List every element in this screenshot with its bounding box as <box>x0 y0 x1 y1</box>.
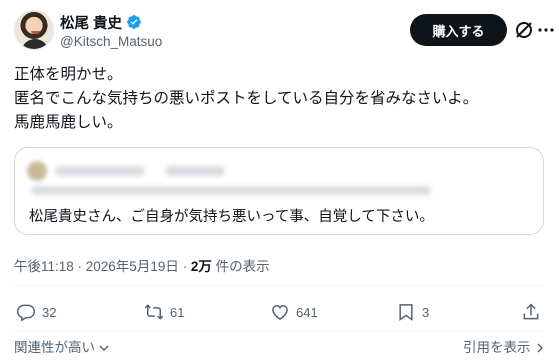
like-count: 641 <box>296 304 318 320</box>
verified-badge-icon <box>127 15 141 29</box>
action-bar: 32 61 641 3 <box>14 300 545 326</box>
quoted-post[interactable]: 松尾貴史さん、ご自身が気持ち悪いって事、自覚して下さい。 <box>14 147 544 235</box>
quoted-text: 松尾貴史さん、ご自身が気持ち悪いって事、自覚して下さい。 <box>29 209 434 225</box>
post-line: 匿名でこんな気持ちの悪いポストをしている自分を省みなさいよ。 <box>14 90 479 107</box>
repost-button[interactable]: 61 <box>144 302 184 322</box>
views-count: 2万 <box>190 259 212 274</box>
post-meta: 午後11:18 · 2026年5月19日 · 2万 件の表示 <box>14 255 270 275</box>
chevron-down-icon[interactable] <box>98 342 110 354</box>
post-header: 松尾 貴史 @Kitsch_Matsuo 購入する <box>14 10 554 54</box>
buy-button[interactable]: 購入する <box>410 14 507 46</box>
reply-count: 32 <box>42 304 57 320</box>
views-label: 件の表示 <box>211 259 270 274</box>
blurred-text <box>31 186 431 195</box>
post-line: 正体を明かせ。 <box>14 66 123 83</box>
like-icon <box>272 304 288 320</box>
avatar-body <box>21 39 49 49</box>
like-button[interactable]: 641 <box>270 302 318 322</box>
author-handle[interactable]: @Kitsch_Matsuo <box>60 34 162 49</box>
view-quotes-link[interactable]: 引用を表示 <box>463 336 531 356</box>
post-line: 馬鹿馬鹿しい。 <box>14 114 123 131</box>
more-icon[interactable] <box>537 20 555 40</box>
display-name[interactable]: 松尾 貴史 <box>60 12 122 33</box>
share-icon <box>523 303 539 320</box>
blurred-handle <box>165 166 225 176</box>
bookmark-icon <box>399 304 413 321</box>
author-names: 松尾 貴史 @Kitsch_Matsuo <box>60 13 162 49</box>
divider-bottom <box>14 331 545 332</box>
share-button[interactable] <box>521 302 541 322</box>
repost-icon <box>144 304 164 320</box>
repost-count: 61 <box>170 304 185 320</box>
relevance-sort[interactable]: 関連性が高い <box>14 336 95 356</box>
display-name-row: 松尾 貴史 <box>60 12 162 33</box>
grok-icon[interactable] <box>514 20 534 40</box>
reply-icon <box>16 304 36 322</box>
bookmark-button[interactable]: 3 <box>396 302 429 322</box>
bookmark-count: 3 <box>422 304 430 320</box>
divider-top <box>14 285 545 286</box>
avatar[interactable] <box>14 10 54 50</box>
timestamp[interactable]: 午後11:18 · 2026年5月19日 · <box>14 259 191 274</box>
chevron-right-icon[interactable] <box>534 342 546 354</box>
quoted-avatar-blurred <box>27 161 47 181</box>
blurred-name <box>55 166 145 176</box>
avatar-mouth <box>31 31 40 34</box>
post-text: 正体を明かせ。 匿名でこんな気持ちの悪いポストをしている自分を省みなさいよ。 馬… <box>14 63 542 135</box>
reply-button[interactable]: 32 <box>16 302 56 322</box>
